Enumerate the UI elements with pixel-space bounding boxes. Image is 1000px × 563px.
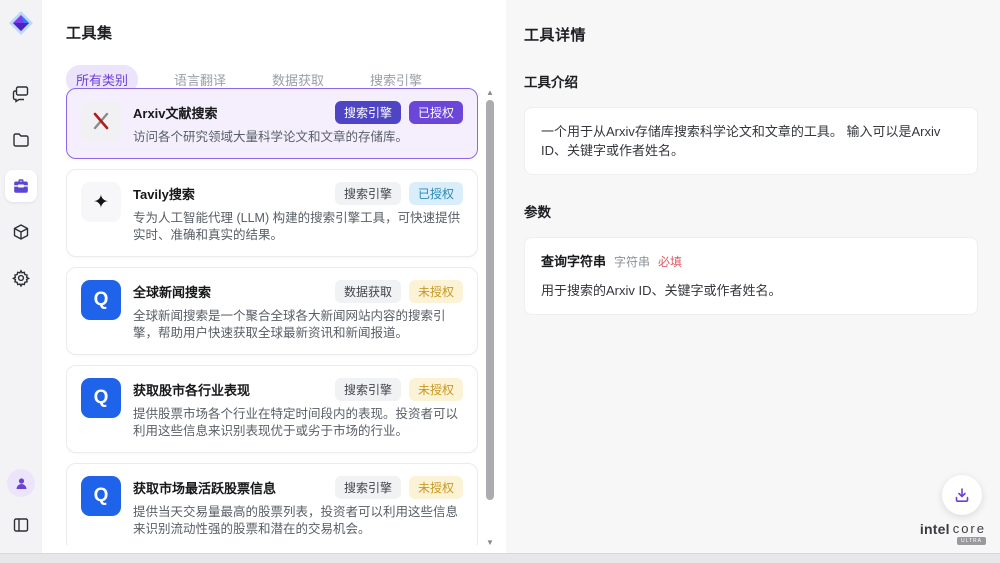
category-badge: 搜索引擎 [335, 182, 401, 205]
category-badge[interactable]: 搜索引擎 [335, 101, 401, 124]
intro-card: 一个用于从Arxiv存储库搜索科学论文和文章的工具。 输入可以是Arxiv ID… [524, 107, 978, 175]
tool-name: 获取市场最活跃股票信息 [133, 478, 276, 497]
list-scrollbar[interactable]: ▲ ▼ [485, 88, 495, 548]
category-badge: 搜索引擎 [335, 476, 401, 499]
tool-icon: Q [81, 378, 121, 418]
tool-name: 获取股市各行业表现 [133, 380, 250, 399]
person-icon [14, 476, 29, 491]
tool-name: 全球新闻搜索 [133, 282, 211, 301]
tavily-star-icon: ✦ [93, 191, 109, 214]
scroll-down-arrow-icon[interactable]: ▼ [485, 538, 495, 548]
intel-wordmark: intel [920, 521, 950, 537]
sidebar-item-settings[interactable] [5, 262, 37, 294]
app-window: 工具集 所有类别语言翻译数据获取搜索引擎 Arxiv文献搜索 搜索引擎 已授权 … [0, 0, 1000, 553]
status-badge: 未授权 [409, 476, 463, 499]
tool-list: Arxiv文献搜索 搜索引擎 已授权 访问各个研究领域大量科学论文和文章的存储库… [66, 88, 478, 545]
tool-description: 专为人工智能代理 (LLM) 构建的搜索引擎工具，可快速提供实时、准确和真实的结… [133, 210, 463, 244]
params-heading: 参数 [524, 201, 978, 221]
tool-list-panel: 工具集 所有类别语言翻译数据获取搜索引擎 Arxiv文献搜索 搜索引擎 已授权 … [42, 0, 506, 553]
tool-card-3[interactable]: Q 获取股市各行业表现 搜索引擎 未授权 提供股票市场各个行业在特定时间段内的表… [66, 365, 478, 453]
detail-title: 工具详情 [524, 24, 978, 45]
window-bottom-edge [0, 553, 1000, 563]
core-wordmark: core [953, 521, 986, 536]
tool-description: 访问各个研究领域大量科学论文和文章的存储库。 [133, 129, 463, 146]
tool-icon: ✦ [81, 182, 121, 222]
sidebar-item-panel-toggle[interactable] [5, 509, 37, 541]
split-panel-icon [12, 516, 30, 534]
tool-description: 提供当天交易量最高的股票列表，投资者可以利用这些信息来识别流动性强的股票和潜在的… [133, 504, 463, 538]
intro-text: 一个用于从Arxiv存储库搜索科学论文和文章的工具。 输入可以是Arxiv ID… [541, 124, 940, 158]
category-badge: 数据获取 [335, 280, 401, 303]
tool-card-4[interactable]: Q 获取市场最活跃股票信息 搜索引擎 未授权 提供当天交易量最高的股票列表，投资… [66, 463, 478, 545]
scroll-up-arrow-icon[interactable]: ▲ [485, 88, 495, 98]
sidebar-item-files[interactable] [5, 124, 37, 156]
tool-icon: Q [81, 280, 121, 320]
sidebar-item-account[interactable] [7, 469, 35, 497]
sidebar-item-chat[interactable] [5, 78, 37, 110]
download-icon [953, 486, 971, 504]
toolbox-icon [12, 177, 30, 195]
param-type: 字符串 [614, 253, 650, 272]
intro-heading: 工具介绍 [524, 71, 978, 91]
scrollbar-thumb[interactable] [486, 100, 494, 500]
sidebar-item-tools[interactable] [5, 170, 37, 202]
tool-detail-panel: 工具详情 工具介绍 一个用于从Arxiv存储库搜索科学论文和文章的工具。 输入可… [506, 0, 1000, 553]
tool-description: 全球新闻搜索是一个聚合全球各大新闻网站内容的搜索引擎，帮助用户快速获取全球最新资… [133, 308, 463, 342]
sidebar-item-models[interactable] [5, 216, 37, 248]
category-badge: 搜索引擎 [335, 378, 401, 401]
q-search-icon: Q [94, 387, 109, 409]
tool-card-1[interactable]: ✦ Tavily搜索 搜索引擎 已授权 专为人工智能代理 (LLM) 构建的搜索… [66, 169, 478, 257]
cube-icon [12, 223, 30, 241]
param-description: 用于搜索的Arxiv ID、关键字或作者姓名。 [541, 281, 961, 300]
q-search-icon: Q [94, 485, 109, 507]
q-search-icon: Q [94, 289, 109, 311]
status-badge: 未授权 [409, 280, 463, 303]
tool-name: Arxiv文献搜索 [133, 103, 218, 122]
status-badge[interactable]: 已授权 [409, 101, 463, 124]
status-badge: 已授权 [409, 182, 463, 205]
tool-name: Tavily搜索 [133, 184, 195, 203]
app-logo[interactable] [8, 10, 34, 36]
tool-icon: Q [81, 476, 121, 516]
tool-card-2[interactable]: Q 全球新闻搜索 数据获取 未授权 全球新闻搜索是一个聚合全球各大新闻网站内容的… [66, 267, 478, 355]
folder-icon [12, 131, 30, 149]
chat-bubbles-icon [12, 85, 30, 103]
intel-core-logo: intel core ULTRA [920, 521, 986, 545]
param-card: 查询字符串 字符串 必填 用于搜索的Arxiv ID、关键字或作者姓名。 [524, 237, 978, 315]
tool-description: 提供股票市场各个行业在特定时间段内的表现。投资者可以利用这些信息来识别表现优于或… [133, 406, 463, 440]
tool-icon [81, 101, 121, 141]
ultra-badge: ULTRA [957, 537, 986, 545]
status-badge: 未授权 [409, 378, 463, 401]
page-title: 工具集 [66, 22, 506, 43]
param-required-flag: 必填 [658, 253, 682, 272]
arxiv-icon [91, 111, 111, 131]
gear-icon [12, 269, 30, 287]
param-name: 查询字符串 [541, 252, 606, 271]
download-button[interactable] [942, 475, 982, 515]
tool-card-0[interactable]: Arxiv文献搜索 搜索引擎 已授权 访问各个研究领域大量科学论文和文章的存储库… [66, 88, 478, 159]
sidebar-rail [0, 0, 42, 553]
